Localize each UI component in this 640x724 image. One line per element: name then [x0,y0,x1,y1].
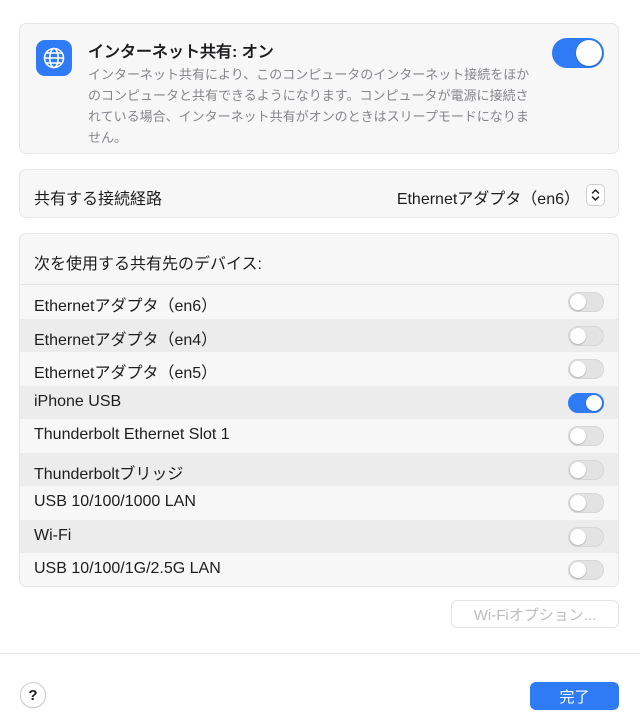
toggle-knob [570,461,586,478]
device-name: Thunderboltブリッジ [34,465,184,483]
toggle-knob [570,495,586,511]
device-name: Wi-Fi [34,526,72,544]
internet-sharing-title: インターネット共有: オン [88,44,274,61]
devices-card: 次を使用する共有先のデバイス: Ethernetアダプタ（en6） Etherne… [19,233,619,587]
toggle-knob [570,428,586,444]
devices-list: Ethernetアダプタ（en6） Ethernetアダプタ（en4） Ethern… [20,285,618,586]
device-toggle[interactable] [568,325,604,346]
device-name: Ethernetアダプタ（en5） [34,365,218,382]
device-row: Wi-Fi [20,519,618,553]
globe-icon [36,40,72,76]
device-toggle[interactable] [568,493,604,513]
device-toggle[interactable] [568,526,604,547]
done-button[interactable]: 完了 [530,682,619,710]
device-name: Ethernetアダプタ（en4） [34,331,218,349]
device-toggle[interactable] [568,459,604,480]
internet-sharing-card: インターネット共有: オン インターネット共有により、このコンピュータのインター… [19,23,619,154]
toggle-knob [570,294,586,310]
toggle-knob [576,40,602,66]
share-connection-value[interactable]: Ethernetアダプタ（en6） [397,185,580,209]
toggle-knob [570,361,586,377]
toggle-knob [570,327,586,344]
device-name: USB 10/100/1000 LAN [34,493,196,510]
device-row: USB 10/100/1000 LAN [20,486,618,520]
device-toggle[interactable] [568,292,604,312]
device-row: Ethernetアダプタ（en5） [20,352,618,386]
toggle-knob [570,562,586,578]
device-toggle[interactable] [568,560,604,580]
toggle-knob [570,528,586,545]
device-row: iPhone USB [20,385,618,419]
device-name: Thunderbolt Ethernet Slot 1 [34,426,230,443]
device-toggle[interactable] [568,392,604,413]
device-row: Thunderbolt Ethernet Slot 1 [20,419,618,453]
share-connection-label: 共有する接続経路 [34,191,163,208]
device-name: iPhone USB [34,392,122,410]
device-toggle[interactable] [568,426,604,446]
device-row: Ethernetアダプタ（en6） [20,285,618,319]
devices-header: 次を使用する共有先のデバイス: [34,256,262,273]
toggle-knob [586,394,602,411]
device-row: USB 10/100/1G/2.5G LAN [20,553,618,586]
internet-sharing-toggle[interactable] [552,38,604,68]
device-row: Thunderboltブリッジ [20,452,618,486]
wifi-options-button[interactable]: Wi-Fiオプション... [451,600,619,628]
divider [0,653,640,654]
chevron-up-down-icon[interactable] [586,184,605,206]
internet-sharing-description: インターネット共有により、このコンピュータのインターネット接続をほかのコンピュー… [88,67,530,145]
share-connection-row: 共有する接続経路 Ethernetアダプタ（en6） [19,169,619,218]
device-name: Ethernetアダプタ（en6） [34,298,218,315]
help-button[interactable]: ? [20,682,46,708]
device-row: Ethernetアダプタ（en4） [20,318,618,352]
device-name: USB 10/100/1G/2.5G LAN [34,560,221,577]
device-toggle[interactable] [568,359,604,379]
